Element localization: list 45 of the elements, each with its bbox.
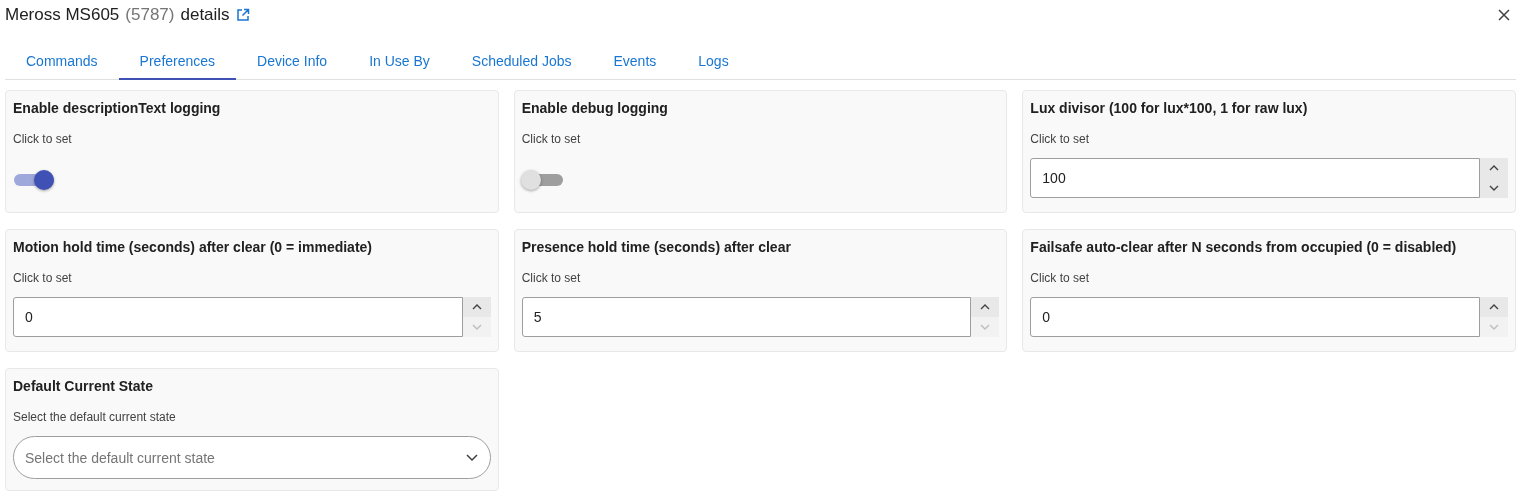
- external-link-icon[interactable]: [235, 8, 250, 22]
- chevron-up-icon: [980, 304, 991, 310]
- tab[interactable]: Scheduled Jobs: [450, 44, 593, 80]
- increment-button[interactable]: [1480, 297, 1508, 317]
- chevron-down-icon: [471, 324, 482, 330]
- preference-hint: Click to set: [13, 132, 73, 146]
- number-field[interactable]: 0: [1030, 297, 1480, 337]
- preference-title: Presence hold time (seconds) after clear: [521, 239, 792, 255]
- tab[interactable]: Preferences: [118, 44, 237, 80]
- tab[interactable]: Events: [592, 44, 678, 80]
- tab[interactable]: Logs: [677, 44, 750, 80]
- preference-hint: Click to set: [1030, 271, 1090, 285]
- preference-title: Enable descriptionText logging: [13, 100, 222, 116]
- title-suffix: details: [180, 5, 230, 25]
- chevron-up-icon: [1489, 165, 1499, 171]
- increment-button[interactable]: [462, 297, 491, 317]
- device-title: Meross MS605: [5, 5, 120, 25]
- tab[interactable]: Device Info: [236, 44, 349, 80]
- preference-hint: Click to set: [521, 132, 582, 146]
- chevron-up-icon: [1489, 304, 1499, 310]
- increment-button[interactable]: [971, 297, 1000, 317]
- chevron-down-icon: [980, 324, 991, 330]
- number-field[interactable]: 5: [521, 297, 972, 337]
- select-dropdown[interactable]: Select the default current state: [13, 436, 491, 479]
- decrement-button[interactable]: [1480, 178, 1508, 198]
- device-id: (5787): [125, 5, 175, 25]
- chevron-down-icon: [465, 454, 478, 461]
- preference-hint: Select the default current state: [13, 410, 177, 424]
- tab[interactable]: In Use By: [348, 44, 451, 80]
- chevron-down-icon: [1489, 324, 1499, 330]
- preference-title: Lux divisor (100 for lux*100, 1 for raw lux): [1030, 100, 1309, 116]
- number-field[interactable]: 0: [13, 297, 463, 337]
- preference-title: Failsafe auto-clear after N seconds from occupied (0 = disabled): [1030, 239, 1458, 255]
- preference-hint: Click to set: [521, 271, 582, 285]
- tab[interactable]: Commands: [5, 44, 119, 80]
- number-field[interactable]: 100: [1030, 158, 1480, 198]
- preference-title: Motion hold time (seconds) after clear (0 = immediate): [13, 239, 374, 255]
- preference-title: Enable debug logging: [521, 100, 669, 116]
- preference-hint: Click to set: [13, 271, 73, 285]
- preference-hint: Click to set: [1030, 132, 1090, 146]
- chevron-up-icon: [471, 304, 482, 310]
- preference-title: Default Current State: [13, 378, 155, 394]
- chevron-down-icon: [1489, 185, 1499, 191]
- increment-button[interactable]: [1480, 158, 1508, 178]
- close-button[interactable]: [1498, 9, 1510, 21]
